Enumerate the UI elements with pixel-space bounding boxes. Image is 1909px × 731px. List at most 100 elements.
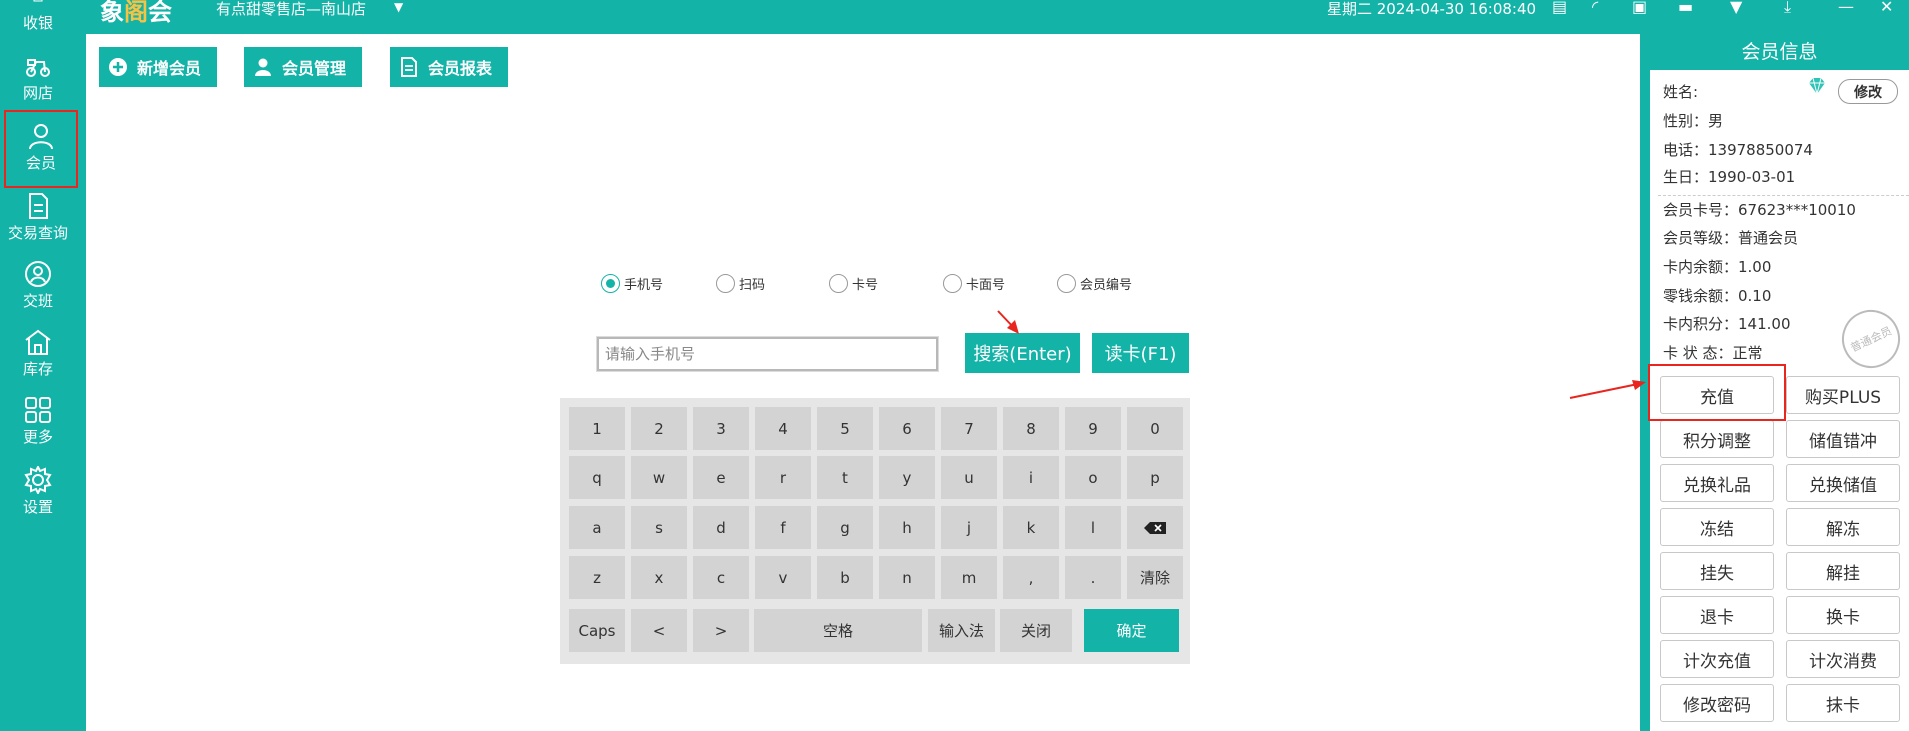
key-v[interactable]: v: [755, 556, 811, 599]
key-confirm[interactable]: 确定: [1084, 609, 1179, 652]
key-e[interactable]: e: [693, 456, 749, 499]
op-button-积分调整[interactable]: 积分调整: [1660, 420, 1774, 458]
op-button-计次充值[interactable]: 计次充值: [1660, 640, 1774, 678]
key-z[interactable]: z: [569, 556, 625, 599]
key-m[interactable]: m: [941, 556, 997, 599]
radio-phone[interactable]: 手机号: [601, 274, 663, 293]
sidebar-item-more[interactable]: 更多: [0, 396, 76, 462]
chevron-down-icon[interactable]: ▼: [394, 0, 403, 14]
store-name[interactable]: 有点甜零售店—南山店: [216, 0, 366, 19]
sidebar-item-handover[interactable]: 交班: [0, 260, 76, 326]
manage-member-button[interactable]: 会员管理: [244, 47, 362, 87]
key-5[interactable]: 5: [817, 407, 873, 450]
key-h[interactable]: h: [879, 506, 935, 549]
key-left[interactable]: <: [631, 609, 687, 652]
key-8[interactable]: 8: [1003, 407, 1059, 450]
key-b[interactable]: b: [817, 556, 873, 599]
key-l[interactable]: l: [1065, 506, 1121, 549]
close-icon[interactable]: ✕: [1880, 0, 1893, 16]
search-button[interactable]: 搜索(Enter): [965, 333, 1080, 373]
key-.[interactable]: .: [1065, 556, 1121, 599]
key-u[interactable]: u: [941, 456, 997, 499]
printer-icon[interactable]: ▣: [1632, 0, 1647, 16]
key-g[interactable]: g: [817, 506, 873, 549]
op-button-退卡[interactable]: 退卡: [1660, 596, 1774, 634]
top-bar: 象阁会 有点甜零售店—南山店 ▼ 星期二 2024-04-30 16:08:40…: [0, 0, 1909, 26]
key-1[interactable]: 1: [569, 407, 625, 450]
message-icon[interactable]: ▬: [1678, 0, 1693, 16]
key-s[interactable]: s: [631, 506, 687, 549]
op-button-冻结[interactable]: 冻结: [1660, 508, 1774, 546]
radio-card-face-number[interactable]: 卡面号: [943, 274, 1005, 293]
radio-dot[interactable]: [829, 274, 848, 293]
member-gender: 性别：男: [1663, 112, 1724, 130]
add-member-button[interactable]: 新增会员: [99, 47, 217, 87]
radio-dot[interactable]: [1057, 274, 1076, 293]
key-caps[interactable]: Caps: [569, 609, 625, 652]
radio-card-number[interactable]: 卡号: [829, 274, 878, 293]
key-w[interactable]: w: [631, 456, 687, 499]
op-button-挂失[interactable]: 挂失: [1660, 552, 1774, 590]
key-f[interactable]: f: [755, 506, 811, 549]
sidebar-item-inventory[interactable]: 库存: [0, 328, 76, 394]
key-9[interactable]: 9: [1065, 407, 1121, 450]
key-y[interactable]: y: [879, 456, 935, 499]
op-button-换卡[interactable]: 换卡: [1786, 596, 1900, 634]
radio-dot[interactable]: [943, 274, 962, 293]
key-o[interactable]: o: [1065, 456, 1121, 499]
key-j[interactable]: j: [941, 506, 997, 549]
key-,[interactable]: ,: [1003, 556, 1059, 599]
radio-member-id[interactable]: 会员编号: [1057, 274, 1132, 293]
key-r[interactable]: r: [755, 456, 811, 499]
key-close[interactable]: 关闭: [1000, 609, 1072, 652]
drawer-icon[interactable]: ▤: [1552, 0, 1567, 16]
key-4[interactable]: 4: [755, 407, 811, 450]
key-x[interactable]: x: [631, 556, 687, 599]
op-button-解冻[interactable]: 解冻: [1786, 508, 1900, 546]
member-report-button[interactable]: 会员报表: [390, 47, 508, 87]
op-button-修改密码[interactable]: 修改密码: [1660, 684, 1774, 722]
wifi-icon[interactable]: ◜: [1592, 0, 1598, 16]
shirt-icon[interactable]: ▼: [1730, 0, 1742, 16]
key-c[interactable]: c: [693, 556, 749, 599]
sidebar-item-settings[interactable]: 设置: [0, 466, 76, 532]
key-i[interactable]: i: [1003, 456, 1059, 499]
edit-button[interactable]: 修改: [1838, 79, 1898, 104]
op-button-兑换储值[interactable]: 兑换储值: [1786, 464, 1900, 502]
key-right[interactable]: >: [693, 609, 749, 652]
op-button-购买PLUS[interactable]: 购买PLUS: [1786, 376, 1900, 414]
radio-dot[interactable]: [716, 274, 735, 293]
sidebar-item-member[interactable]: 会员: [4, 110, 78, 188]
radio-scan[interactable]: 扫码: [716, 274, 765, 293]
key-p[interactable]: p: [1127, 456, 1183, 499]
download-icon[interactable]: ⤓: [1784, 0, 1791, 17]
cashier-icon: [33, 0, 43, 2]
sidebar-item-webstore[interactable]: 网店: [0, 52, 76, 118]
minimize-icon[interactable]: —: [1838, 0, 1854, 16]
read-card-button[interactable]: 读卡(F1): [1092, 333, 1189, 373]
key-n[interactable]: n: [879, 556, 935, 599]
op-button-计次消费[interactable]: 计次消费: [1786, 640, 1900, 678]
key-a[interactable]: a: [569, 506, 625, 549]
key-3[interactable]: 3: [693, 407, 749, 450]
key-t[interactable]: t: [817, 456, 873, 499]
key-清除[interactable]: 清除: [1127, 556, 1183, 599]
radio-dot[interactable]: [601, 274, 620, 293]
key-k[interactable]: k: [1003, 506, 1059, 549]
op-button-兑换礼品[interactable]: 兑换礼品: [1660, 464, 1774, 502]
op-button-抹卡[interactable]: 抹卡: [1786, 684, 1900, 722]
op-button-储值错冲[interactable]: 储值错冲: [1786, 420, 1900, 458]
key-6[interactable]: 6: [879, 407, 935, 450]
key-space[interactable]: 空格: [754, 609, 922, 652]
key-d[interactable]: d: [693, 506, 749, 549]
key-q[interactable]: q: [569, 456, 625, 499]
card-balance: 卡内余额：1.00: [1663, 258, 1772, 276]
sidebar-item-transactions[interactable]: 交易查询: [0, 192, 76, 258]
op-button-解挂[interactable]: 解挂: [1786, 552, 1900, 590]
key-7[interactable]: 7: [941, 407, 997, 450]
key-2[interactable]: 2: [631, 407, 687, 450]
key-ime[interactable]: 输入法: [928, 609, 995, 652]
phone-input[interactable]: [596, 336, 939, 372]
backspace-key[interactable]: [1127, 506, 1183, 549]
key-0[interactable]: 0: [1127, 407, 1183, 450]
